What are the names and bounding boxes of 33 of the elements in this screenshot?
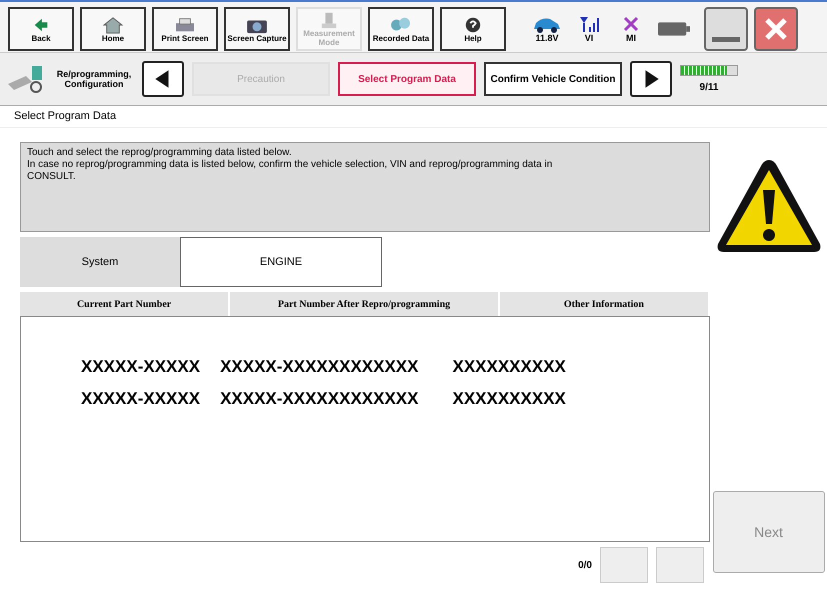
toolbar-button[interactable]: Print Screen — [152, 7, 218, 51]
progress-label: 9/11 — [700, 82, 718, 93]
toolbar-button[interactable]: Help — [440, 7, 506, 51]
toolbar-button[interactable]: Back — [8, 7, 74, 51]
system-value: ENGINE — [180, 237, 382, 287]
toolbar-button[interactable]: Home — [80, 7, 146, 51]
column-header: Current Part Number — [20, 292, 230, 316]
instruction-message: Touch and select the reprog/programming data listed below. In case no reprog/programming data is listed below, confirm the vehicle selection, VIN and reprog/programming data in CONSULT. — [20, 142, 710, 232]
step-tab[interactable]: Confirm Vehicle Condition — [484, 62, 622, 96]
status-label: 11.8V — [535, 33, 559, 43]
status-label: MI — [626, 33, 636, 43]
table-cell[interactable]: XXXXX-XXXXXXXXXXXX — [220, 389, 418, 409]
step-tab[interactable]: Select Program Data — [338, 62, 476, 96]
battery-icon — [658, 22, 690, 36]
table-cell[interactable]: XXXXX-XXXXXXXXXXXX — [220, 357, 418, 377]
table-cell[interactable]: XXXXXXXXXX — [452, 389, 566, 409]
next-step-button[interactable] — [630, 61, 672, 97]
table-cell[interactable]: XXXXXXXXXX — [452, 357, 566, 377]
toolbar-button[interactable]: Screen Capture — [224, 7, 290, 51]
toolbar-button[interactable]: Recorded Data — [368, 7, 434, 51]
close-button[interactable] — [754, 7, 798, 51]
table-cell[interactable]: XXXXX-XXXXX — [81, 357, 200, 377]
app-title: Re/programming, Configuration — [56, 69, 132, 89]
system-label: System — [20, 237, 180, 287]
column-header: Part Number After Repro/programming — [230, 292, 500, 316]
minimize-button[interactable] — [704, 7, 748, 51]
status-label: VI — [584, 33, 594, 43]
table-cell[interactable]: XXXXX-XXXXX — [81, 389, 200, 409]
previous-step-button[interactable] — [142, 61, 184, 97]
column-header: Other Information — [500, 292, 710, 316]
progress-bar — [680, 65, 738, 76]
page-counter: 0/0 — [578, 560, 592, 570]
page-title: Select Program Data — [0, 106, 827, 128]
